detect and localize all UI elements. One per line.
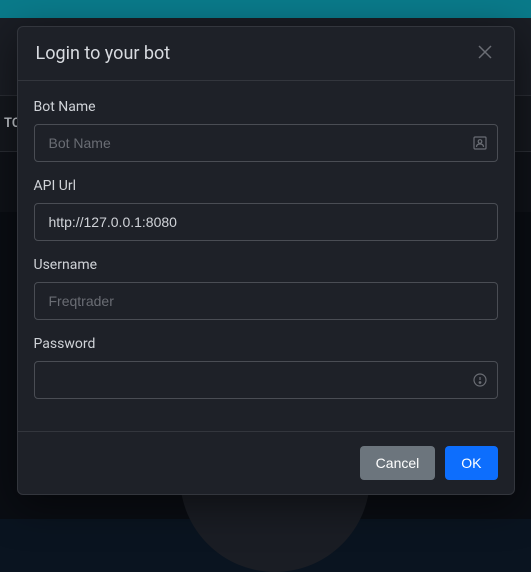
- bot-name-input[interactable]: [34, 124, 498, 162]
- modal-title: Login to your bot: [36, 43, 171, 64]
- bot-name-label: Bot Name: [34, 99, 498, 115]
- username-label: Username: [34, 257, 498, 273]
- username-wrapper: [34, 282, 498, 320]
- password-label: Password: [34, 336, 498, 352]
- cancel-button[interactable]: Cancel: [360, 446, 436, 480]
- username-input[interactable]: [34, 282, 498, 320]
- modal-overlay: Login to your bot Bot Name: [0, 0, 531, 519]
- modal-body: Bot Name API Url: [18, 81, 514, 431]
- password-input[interactable]: [34, 361, 498, 399]
- bot-name-wrapper: [34, 124, 498, 162]
- login-modal: Login to your bot Bot Name: [17, 26, 515, 495]
- username-group: Username: [34, 257, 498, 320]
- password-wrapper: [34, 361, 498, 399]
- ok-button[interactable]: OK: [445, 446, 497, 480]
- api-url-group: API Url: [34, 178, 498, 241]
- bot-name-group: Bot Name: [34, 99, 498, 162]
- close-button[interactable]: [474, 41, 496, 66]
- password-group: Password: [34, 336, 498, 399]
- api-url-label: API Url: [34, 178, 498, 194]
- modal-footer: Cancel OK: [18, 431, 514, 494]
- api-url-input[interactable]: [34, 203, 498, 241]
- close-icon: [478, 45, 492, 62]
- toggle-password-icon[interactable]: [472, 372, 488, 388]
- modal-header: Login to your bot: [18, 27, 514, 81]
- api-url-wrapper: [34, 203, 498, 241]
